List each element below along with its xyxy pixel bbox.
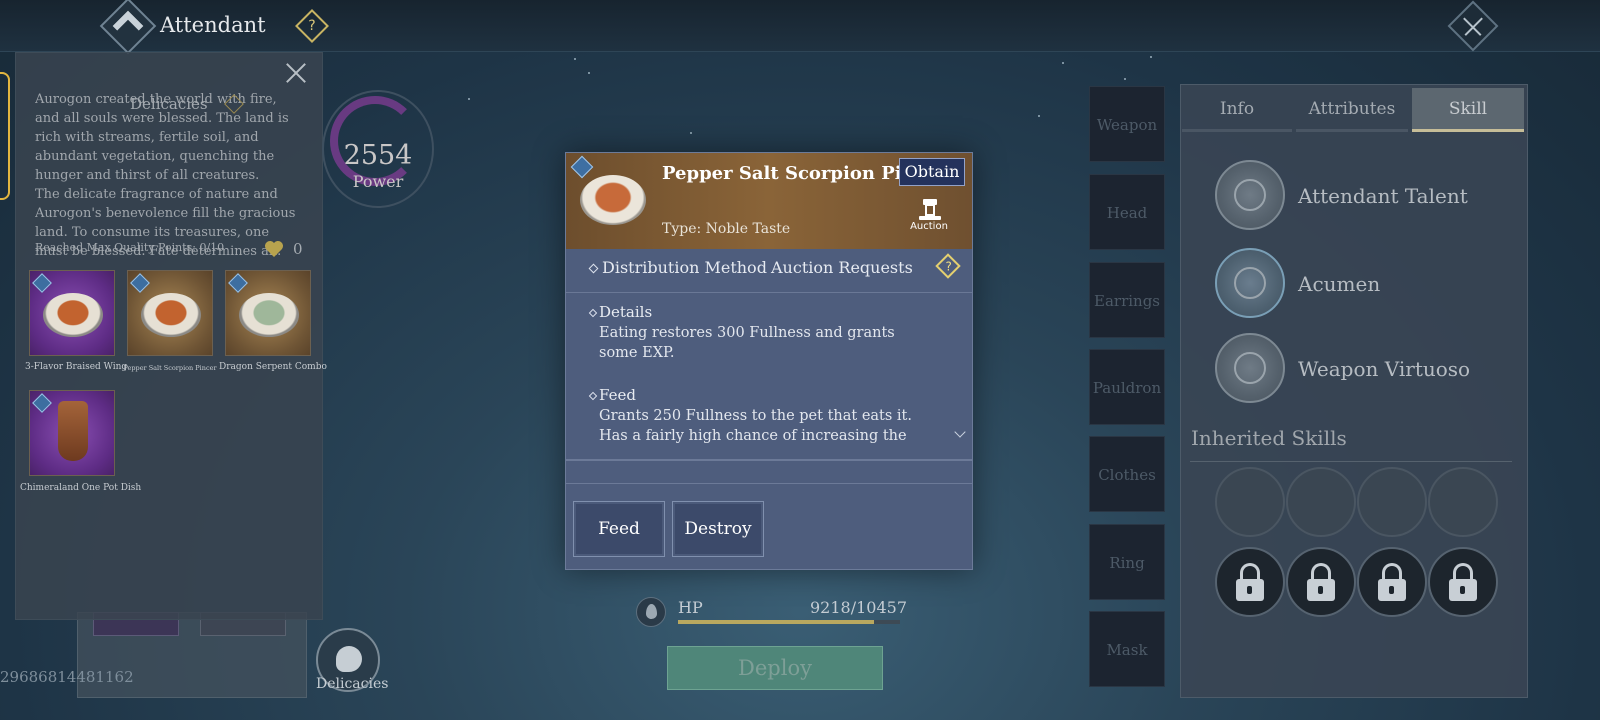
equip-slot-clothes[interactable]: Clothes: [1089, 436, 1165, 512]
weapon-virtuoso-icon[interactable]: [1215, 333, 1285, 403]
dragon-serpent-combo-icon: [239, 293, 299, 337]
ladle-icon: [336, 646, 362, 672]
panel-close-icon[interactable]: [283, 60, 309, 86]
rarity-gem-icon: [228, 273, 248, 293]
tab-skill[interactable]: Skill: [1412, 88, 1524, 132]
hp-label: HP: [678, 598, 703, 617]
details-scroll-area[interactable]: Details Eating restores 300 Fullness and…: [566, 303, 972, 443]
locked-skill-slot[interactable]: [1428, 547, 1498, 617]
bullet-icon: [588, 391, 598, 401]
uid-text: 29686814481162: [0, 668, 134, 686]
page-title: Attendant: [160, 13, 266, 37]
distribution-method-label: Distribution Method: [602, 258, 767, 277]
locked-skill-slot[interactable]: [1357, 547, 1427, 617]
panel-title: Delicacies: [130, 95, 208, 113]
back-arrow-icon: [112, 10, 143, 41]
food-item-label: Chimeraland One Pot Dish: [20, 483, 142, 493]
equip-slot-head[interactable]: Head: [1089, 174, 1165, 250]
feed-title: Feed: [599, 386, 636, 404]
divider: [566, 483, 972, 484]
acumen-icon[interactable]: [1215, 248, 1285, 318]
hp-bar-fill: [678, 620, 874, 624]
hp-value: 9218/10457: [810, 598, 908, 617]
obtain-button[interactable]: Obtain: [899, 158, 965, 186]
hp-drop-icon: [636, 597, 666, 627]
details-text: Eating restores 300 Fullness and grants …: [599, 325, 895, 361]
deploy-button[interactable]: Deploy: [667, 646, 883, 690]
divider: [1190, 461, 1512, 462]
power-value: 2554: [343, 140, 413, 171]
inherited-skill-slot[interactable]: [1286, 467, 1356, 537]
rarity-gem-icon: [32, 393, 52, 413]
lore-text: Aurogon created the world with fire, and…: [35, 92, 296, 255]
destroy-button[interactable]: Destroy: [672, 501, 764, 557]
inherited-skill-slot[interactable]: [1215, 467, 1285, 537]
skill-name: Weapon Virtuoso: [1298, 357, 1471, 381]
skill-name: Acumen: [1298, 272, 1381, 296]
attendant-talent-icon[interactable]: [1215, 160, 1285, 230]
food-item-label: Dragon Serpent Combo: [219, 362, 327, 372]
distribution-help-icon[interactable]: ?: [935, 253, 961, 279]
skill-name: Attendant Talent: [1298, 184, 1468, 208]
inherited-skill-slot[interactable]: [1428, 467, 1498, 537]
equip-slot-mask[interactable]: Mask: [1089, 611, 1165, 687]
braised-wing-icon: [43, 293, 103, 337]
food-item-dragon-serpent-combo[interactable]: [225, 270, 311, 356]
rarity-gem-icon: [32, 273, 52, 293]
inherited-skill-slot[interactable]: [1357, 467, 1427, 537]
equip-slot-earrings[interactable]: Earrings: [1089, 262, 1165, 338]
locked-skill-slot[interactable]: [1286, 547, 1356, 617]
scorpion-pincer-icon: [580, 175, 646, 225]
item-header: Pepper Salt Scorpion Pincer Obtain Type:…: [566, 153, 972, 249]
inherited-skills-title: Inherited Skills: [1191, 426, 1347, 450]
food-item-braised-wing[interactable]: [29, 270, 115, 356]
auction-label: Auction: [910, 221, 948, 232]
rarity-gem-icon: [570, 155, 594, 179]
item-detail-popup: Pepper Salt Scorpion Pincer Obtain Type:…: [565, 152, 973, 570]
food-item-one-pot-dish[interactable]: [29, 390, 115, 476]
auction-icon[interactable]: [915, 197, 945, 223]
item-type: Type: Noble Taste: [662, 221, 791, 237]
equip-slot-weapon[interactable]: Weapon: [1089, 86, 1165, 162]
heart-icon: [265, 241, 283, 257]
one-pot-dish-icon: [58, 401, 88, 461]
rarity-gem-icon: [130, 273, 150, 293]
divider: [566, 459, 972, 461]
power-label: Power: [352, 172, 404, 191]
food-item-scorpion-pincer[interactable]: [127, 270, 213, 356]
food-item-label: 3-Flavor Braised Wing: [25, 362, 128, 372]
feed-text: Grants 250 Fullness to the pet that eats…: [599, 408, 912, 443]
scorpion-pincer-icon: [141, 293, 201, 337]
quality-points-text: Reached Max Quality Points: 0/10: [35, 241, 225, 254]
tab-attributes[interactable]: Attributes: [1296, 88, 1408, 132]
food-item-label: Pepper Salt Scorpion Pincer: [123, 364, 217, 372]
heart-count: 0: [293, 240, 303, 258]
equip-slot-ring[interactable]: Ring: [1089, 524, 1165, 600]
bullet-icon: [588, 308, 598, 318]
feed-button[interactable]: Feed: [573, 501, 665, 557]
equip-slot-pauldron[interactable]: Pauldron: [1089, 349, 1165, 425]
left-tab-highlight[interactable]: [0, 72, 10, 200]
details-title: Details: [599, 303, 653, 321]
hp-bar: [678, 620, 900, 624]
delicacies-button-label: Delicacies: [316, 676, 389, 692]
tab-info[interactable]: Info: [1182, 88, 1292, 132]
locked-skill-slot[interactable]: [1215, 547, 1285, 617]
distribution-method-value: Auction Requests: [771, 258, 913, 277]
